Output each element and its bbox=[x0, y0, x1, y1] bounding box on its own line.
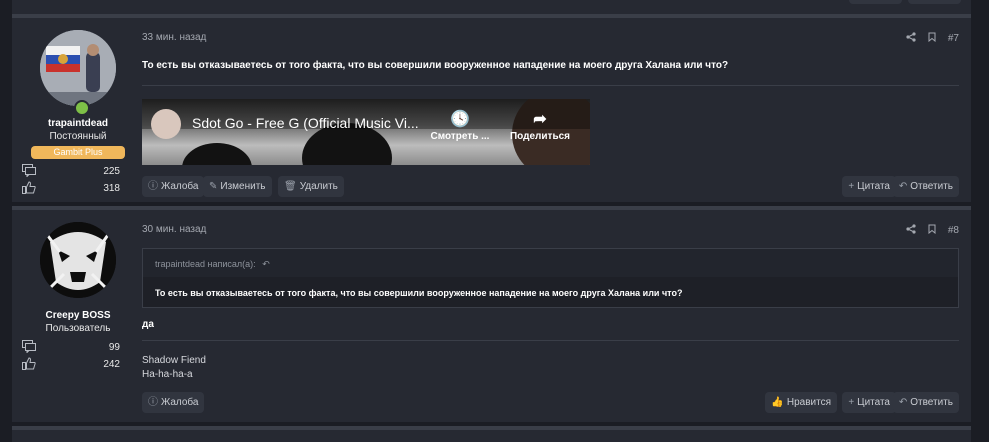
warning-icon: ⓘ bbox=[148, 397, 158, 408]
delete-button[interactable]: 🗑 Удалить bbox=[278, 176, 344, 197]
thumbs-up-icon bbox=[22, 181, 36, 194]
report-button[interactable]: ⓘ Жалоба bbox=[142, 392, 205, 413]
messages-icon bbox=[22, 164, 36, 177]
avatar-image bbox=[40, 30, 116, 106]
thumbs-up-icon: 👍 bbox=[771, 397, 784, 408]
report-label: Жалоба bbox=[161, 397, 199, 408]
user-title: Постоянный bbox=[49, 131, 107, 142]
messages-stat: 99 bbox=[22, 339, 134, 356]
reply-label: Ответить bbox=[910, 181, 953, 192]
avatar[interactable] bbox=[40, 222, 116, 298]
username[interactable]: Creepy BOSS bbox=[22, 310, 134, 321]
video-share-button[interactable]: ➦ Поделиться bbox=[505, 109, 575, 142]
watch-later-button[interactable]: 🕓 Смотреть ... bbox=[425, 109, 495, 142]
quote-text: То есть вы отказываетесь от того факта, … bbox=[155, 288, 683, 298]
jump-to-quote-icon[interactable]: ↶ bbox=[262, 259, 270, 269]
reactions-count: 318 bbox=[103, 183, 120, 194]
online-status-icon bbox=[74, 100, 90, 116]
avatar-image bbox=[40, 222, 116, 298]
quote-author: trapaintdead написал(а): bbox=[155, 259, 256, 269]
watch-later-label: Смотреть ... bbox=[430, 131, 490, 142]
channel-avatar[interactable] bbox=[151, 109, 181, 139]
messages-icon bbox=[22, 340, 36, 353]
user-badge: Gambit Plus bbox=[31, 146, 125, 159]
signature: Shadow Fiend Ha-ha-ha-a bbox=[142, 354, 206, 382]
messages-stat: 225 bbox=[22, 163, 134, 180]
delete-label: Удалить bbox=[299, 181, 338, 192]
pencil-icon: ✎ bbox=[209, 181, 218, 192]
trash-icon: 🗑 bbox=[284, 181, 297, 192]
post-message: да bbox=[142, 319, 154, 330]
user-title: Пользователь bbox=[45, 323, 111, 334]
share-icon[interactable] bbox=[906, 224, 916, 237]
post-time[interactable]: 33 мин. назад bbox=[142, 32, 206, 43]
reactions-count: 242 bbox=[103, 359, 120, 370]
message-divider bbox=[142, 85, 959, 86]
previous-post-tail bbox=[12, 0, 971, 14]
video-embed[interactable]: Sdot Go - Free G (Official Music Vi... 🕓… bbox=[142, 99, 590, 165]
quote-button[interactable]: + Цитата bbox=[842, 392, 896, 413]
prev-action-button[interactable] bbox=[908, 0, 961, 4]
quote-header[interactable]: trapaintdead написал(а): ↶ bbox=[155, 259, 270, 270]
signature-line-1: Shadow Fiend bbox=[142, 355, 206, 366]
post-8: Creepy BOSS Пользователь 99 242 30 мин. … bbox=[12, 206, 971, 422]
post-7: trapaintdead Постоянный Gambit Plus 225 … bbox=[12, 14, 971, 202]
messages-count: 225 bbox=[103, 166, 120, 177]
post-number[interactable]: #7 bbox=[948, 33, 959, 44]
bookmark-icon[interactable] bbox=[928, 32, 936, 45]
like-button[interactable]: 👍 Нравится bbox=[765, 392, 837, 413]
quote-button[interactable]: + Цитата bbox=[842, 176, 896, 197]
clock-icon: 🕓 bbox=[450, 111, 470, 128]
reply-button[interactable]: ↶ Ответить bbox=[892, 392, 959, 413]
next-post-top bbox=[12, 426, 971, 442]
reply-label: Ответить bbox=[910, 397, 953, 408]
post-message: То есть вы отказываетесь от того факта, … bbox=[142, 60, 729, 71]
quote-label: Цитата bbox=[857, 181, 890, 192]
edit-button[interactable]: ✎ Изменить bbox=[203, 176, 272, 197]
thumbs-up-icon bbox=[22, 357, 36, 370]
username[interactable]: trapaintdead bbox=[22, 118, 134, 129]
post-tools: #8 bbox=[906, 224, 959, 237]
prev-action-button[interactable] bbox=[849, 0, 902, 4]
signature-divider bbox=[142, 340, 959, 341]
messages-count: 99 bbox=[108, 342, 120, 353]
quote-block: trapaintdead написал(а): ↶ То есть вы от… bbox=[142, 248, 959, 308]
bookmark-icon[interactable] bbox=[928, 224, 936, 237]
video-figure bbox=[182, 143, 252, 165]
video-title[interactable]: Sdot Go - Free G (Official Music Vi... bbox=[192, 115, 419, 131]
share-icon[interactable] bbox=[906, 32, 916, 45]
avatar[interactable] bbox=[40, 30, 116, 106]
quote-label: Цитата bbox=[857, 397, 890, 408]
post-number[interactable]: #8 bbox=[948, 225, 959, 236]
report-label: Жалоба bbox=[161, 181, 199, 192]
reactions-stat: 242 bbox=[22, 356, 134, 373]
reply-icon: ↶ bbox=[898, 397, 908, 408]
quote-body: То есть вы отказываетесь от того факта, … bbox=[143, 277, 958, 307]
plus-icon: + bbox=[848, 181, 855, 192]
post-tools: #7 bbox=[906, 32, 959, 45]
post-time[interactable]: 30 мин. назад bbox=[142, 224, 206, 235]
user-pane: Creepy BOSS Пользователь 99 242 bbox=[22, 222, 134, 373]
warning-icon: ⓘ bbox=[148, 181, 158, 192]
report-button[interactable]: ⓘ Жалоба bbox=[142, 176, 205, 197]
reply-button[interactable]: ↶ Ответить bbox=[892, 176, 959, 197]
reactions-stat: 318 bbox=[22, 180, 134, 197]
edit-label: Изменить bbox=[220, 181, 266, 192]
share-arrow-icon: ➦ bbox=[533, 111, 547, 128]
signature-line-2: Ha-ha-ha-a bbox=[142, 369, 193, 380]
user-pane: trapaintdead Постоянный Gambit Plus 225 … bbox=[22, 30, 134, 197]
like-label: Нравится bbox=[786, 397, 831, 408]
reply-icon: ↶ bbox=[898, 181, 908, 192]
video-share-label: Поделиться bbox=[509, 131, 570, 142]
plus-icon: + bbox=[848, 397, 855, 408]
